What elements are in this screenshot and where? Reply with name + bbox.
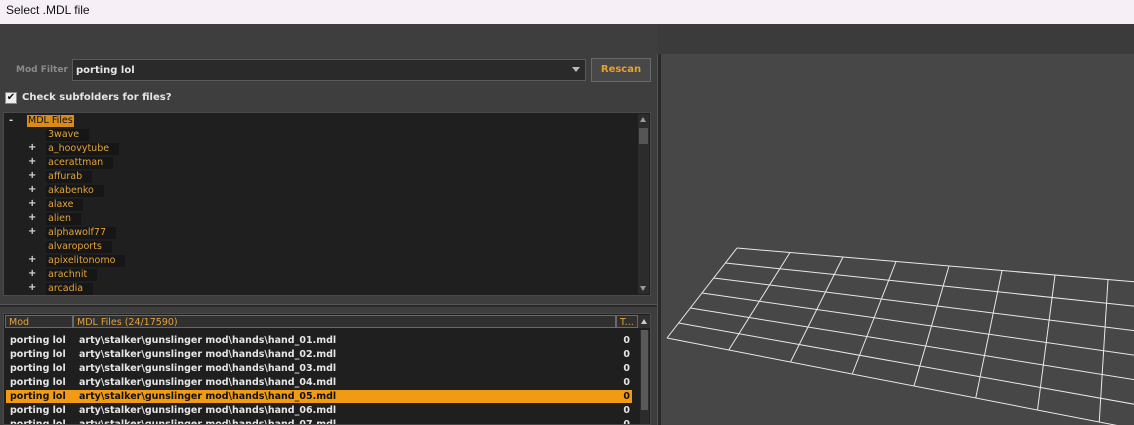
- table-row-selected[interactable]: porting lol arty\stalker\gunslinger mod\h…: [6, 390, 632, 403]
- window-titlebar: Select .MDL file: [0, 0, 1134, 24]
- count-cell: 0: [623, 391, 630, 402]
- window-title: Select .MDL file: [6, 3, 90, 17]
- mod-filter-label: Mod Filter: [16, 65, 68, 75]
- chevron-down-icon[interactable]: [572, 67, 580, 72]
- path-cell: arty\stalker\gunslinger mod\hands\hand_0…: [79, 405, 337, 416]
- path-cell: arty\stalker\gunslinger mod\hands\hand_0…: [79, 419, 337, 425]
- tree-node[interactable]: alaxe: [46, 199, 84, 211]
- expand-toggle[interactable]: +: [28, 156, 36, 167]
- count-cell: 0: [623, 405, 630, 416]
- mdl-file-list[interactable]: Mod MDL Files (24/17590) T... porting lo…: [3, 313, 651, 425]
- rescan-button[interactable]: Rescan: [591, 58, 651, 82]
- tree-node[interactable]: alphawolf77: [46, 227, 116, 239]
- tree-node[interactable]: alien: [46, 213, 81, 225]
- table-row[interactable]: porting lol arty\stalker\gunslinger mod\h…: [6, 362, 632, 375]
- collapse-toggle[interactable]: -: [9, 115, 13, 126]
- expand-toggle[interactable]: +: [28, 282, 36, 293]
- tree-node[interactable]: akabenko: [46, 185, 104, 197]
- table-row[interactable]: porting lol arty\stalker\gunslinger mod\h…: [6, 348, 632, 361]
- table-row[interactable]: porting lol arty\stalker\gunslinger mod\h…: [6, 334, 632, 347]
- mod-filter-value: porting lol: [76, 65, 135, 76]
- mod-cell: porting lol: [10, 335, 66, 346]
- tree-node[interactable]: arachnit: [46, 269, 98, 281]
- count-cell: 0: [623, 377, 630, 388]
- arrow-up-icon[interactable]: [640, 117, 646, 122]
- tree-scrollbar[interactable]: [638, 114, 649, 294]
- grid-line: [725, 262, 1134, 307]
- tree-node[interactable]: affurab: [46, 171, 93, 183]
- arrow-up-icon[interactable]: [641, 319, 647, 324]
- expand-toggle[interactable]: +: [28, 184, 36, 195]
- mod-filter-dropdown[interactable]: porting lol: [72, 59, 586, 81]
- tree-node[interactable]: arcadia: [46, 283, 94, 295]
- column-header-mod[interactable]: Mod: [5, 315, 73, 328]
- tree-scrollbar-thumb[interactable]: [639, 128, 648, 144]
- column-header-mdl-files[interactable]: MDL Files (24/17590): [73, 315, 616, 328]
- path-cell: arty\stalker\gunslinger mod\hands\hand_0…: [79, 377, 337, 388]
- tree-node[interactable]: acerattman: [46, 157, 114, 169]
- count-cell: 0: [623, 349, 630, 360]
- count-cell: 0: [623, 335, 630, 346]
- expand-toggle[interactable]: +: [28, 170, 36, 181]
- count-cell: 0: [623, 419, 630, 425]
- table-row[interactable]: porting lol arty\stalker\gunslinger mod\h…: [6, 376, 632, 389]
- column-header-t[interactable]: T...: [616, 315, 638, 328]
- grid-line: [666, 337, 1118, 425]
- preview-ground-grid: [666, 247, 1134, 425]
- expand-toggle[interactable]: +: [28, 268, 36, 279]
- count-cell: 0: [623, 363, 630, 374]
- path-cell: arty\stalker\gunslinger mod\hands\hand_0…: [79, 335, 337, 346]
- mdl-folder-tree[interactable]: - MDL Files 3wave + a_hoovytube + acerattman…: [3, 112, 651, 296]
- subfolders-checkbox-label: Check subfolders for files?: [22, 92, 172, 103]
- grid-line: [736, 247, 1134, 283]
- expand-toggle[interactable]: +: [28, 254, 36, 265]
- expand-toggle[interactable]: +: [28, 226, 36, 237]
- mod-cell: porting lol: [10, 405, 66, 416]
- grid-line: [713, 277, 1134, 332]
- subfolders-checkbox[interactable]: ✔: [5, 92, 17, 104]
- path-cell: arty\stalker\gunslinger mod\hands\hand_0…: [79, 349, 337, 360]
- mod-cell: porting lol: [10, 419, 66, 425]
- mod-cell: porting lol: [10, 377, 66, 388]
- expand-toggle[interactable]: +: [28, 198, 36, 209]
- tree-node[interactable]: apixelitonomo: [46, 255, 126, 267]
- tree-node[interactable]: alvaroports: [46, 241, 112, 253]
- list-scroll-up[interactable]: [638, 315, 650, 328]
- mod-cell: porting lol: [10, 349, 66, 360]
- mod-cell: porting lol: [10, 391, 66, 402]
- expand-toggle[interactable]: +: [28, 142, 36, 153]
- tree-node[interactable]: 3wave: [46, 129, 90, 141]
- grid-line: [678, 322, 1134, 405]
- tree-root-mdl-files[interactable]: MDL Files: [27, 115, 74, 127]
- path-cell: arty\stalker\gunslinger mod\hands\hand_0…: [79, 391, 337, 402]
- path-cell: arty\stalker\gunslinger mod\hands\hand_0…: [79, 363, 337, 374]
- list-scrollbar-thumb[interactable]: [641, 330, 648, 410]
- mod-cell: porting lol: [10, 363, 66, 374]
- arrow-down-icon[interactable]: [640, 286, 646, 291]
- table-row[interactable]: porting lol arty\stalker\gunslinger mod\h…: [6, 418, 632, 425]
- list-scrollbar[interactable]: [640, 330, 649, 424]
- tree-node[interactable]: a_hoovytube: [46, 143, 120, 155]
- expand-toggle[interactable]: +: [28, 212, 36, 223]
- checkmark-icon: ✔: [6, 92, 16, 103]
- grid-line: [701, 292, 1134, 356]
- panel-splitter[interactable]: [0, 304, 657, 307]
- table-row[interactable]: porting lol arty\stalker\gunslinger mod\h…: [6, 404, 632, 417]
